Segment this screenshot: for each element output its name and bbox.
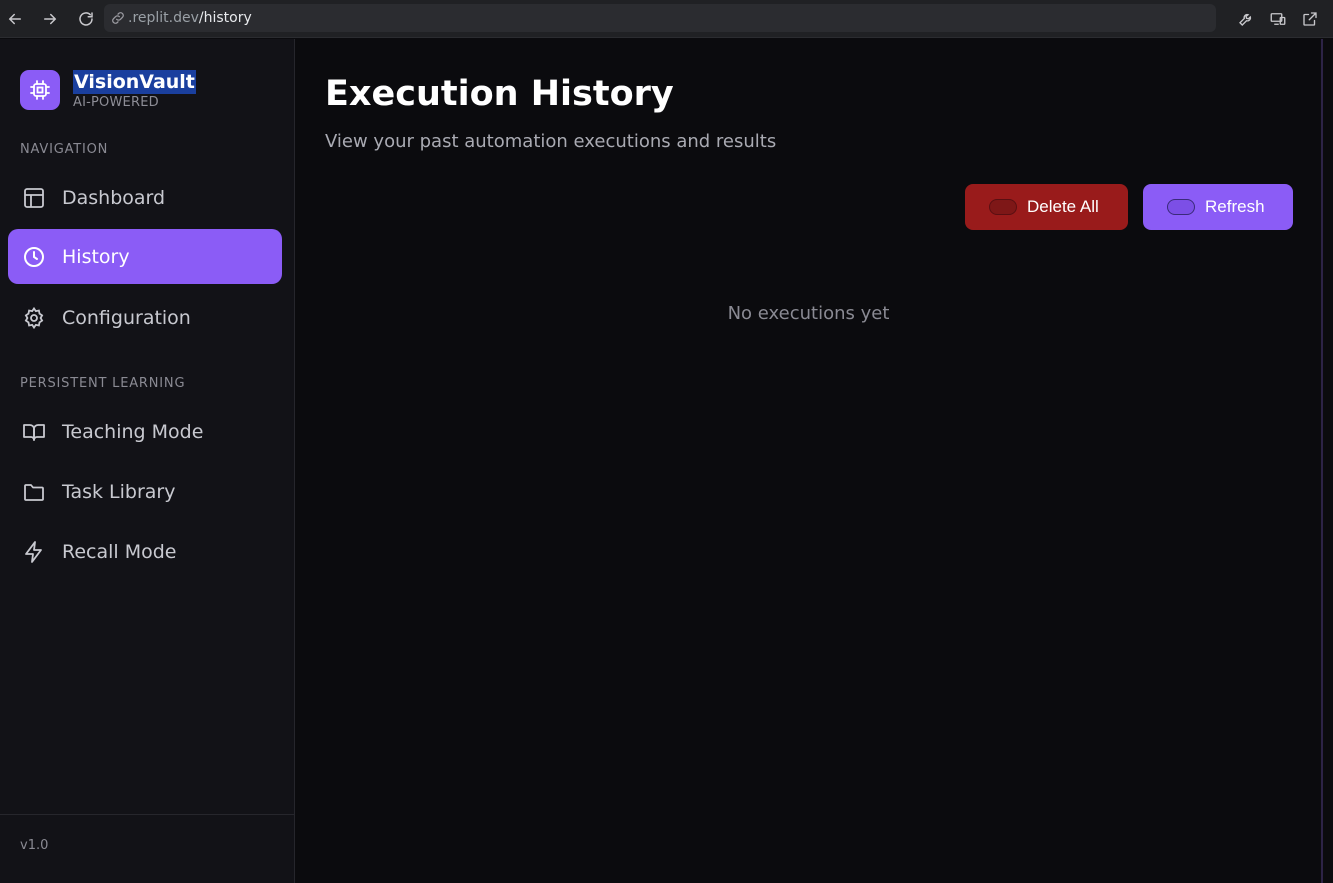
version-label: v1.0 [20, 838, 49, 853]
sidebar-item-dashboard[interactable]: Dashboard [8, 170, 282, 225]
reload-icon[interactable] [71, 4, 101, 34]
sidebar-item-configuration[interactable]: Configuration [8, 290, 282, 345]
book-icon [23, 423, 45, 441]
back-arrow-icon[interactable] [0, 4, 30, 34]
lightning-icon [25, 540, 42, 563]
address-bar[interactable]: .replit.dev/history [104, 4, 1216, 32]
layout-icon [24, 187, 44, 208]
browser-toolbar: .replit.dev/history [0, 0, 1333, 38]
url-path: /history [198, 10, 252, 26]
external-link-icon[interactable] [1299, 8, 1321, 30]
brand[interactable]: VisionVault AI-POWERED [20, 70, 196, 110]
clock-icon [24, 246, 44, 267]
chip-icon [20, 70, 60, 110]
refresh-label: Refresh [1205, 197, 1265, 216]
delete-all-label: Delete All [1027, 197, 1099, 216]
refresh-icon [1167, 199, 1195, 215]
sidebar-item-teaching-mode[interactable]: Teaching Mode [8, 404, 282, 459]
page-subtitle: View your past automation executions and… [325, 131, 777, 152]
sidebar-item-label: Teaching Mode [62, 420, 204, 443]
window-edge [1321, 39, 1333, 883]
gear-icon [24, 306, 44, 329]
sidebar-item-label: Configuration [62, 306, 191, 329]
sidebar-item-recall-mode[interactable]: Recall Mode [8, 524, 282, 579]
sidebar-item-task-library[interactable]: Task Library [8, 464, 282, 519]
forward-arrow-icon[interactable] [35, 4, 65, 34]
sidebar-item-label: History [62, 245, 130, 268]
refresh-button[interactable]: Refresh [1143, 184, 1293, 230]
sidebar-item-label: Task Library [62, 480, 176, 503]
page-title: Execution History [325, 74, 674, 114]
url-domain: .replit.dev [128, 10, 199, 26]
persistent-learning-section-label: PERSISTENT LEARNING [20, 376, 186, 391]
sidebar-item-label: Recall Mode [62, 540, 177, 563]
sidebar-footer: v1.0 [0, 814, 294, 883]
brand-name: VisionVault [73, 70, 196, 94]
empty-state-message: No executions yet [727, 303, 890, 324]
main-content: Execution History View your past automat… [296, 39, 1321, 883]
sidebar-item-history[interactable]: History [8, 229, 282, 284]
sidebar-item-label: Dashboard [62, 186, 166, 209]
delete-all-button[interactable]: Delete All [965, 184, 1128, 230]
folder-icon [24, 483, 44, 501]
devices-icon[interactable] [1267, 8, 1289, 30]
sidebar: VisionVault AI-POWERED NAVIGATION Dashbo… [0, 39, 295, 883]
link-icon [110, 10, 126, 26]
wrench-icon[interactable] [1235, 8, 1257, 30]
brand-subtitle: AI-POWERED [73, 95, 159, 110]
navigation-section-label: NAVIGATION [20, 142, 109, 157]
delete-icon [989, 199, 1017, 215]
